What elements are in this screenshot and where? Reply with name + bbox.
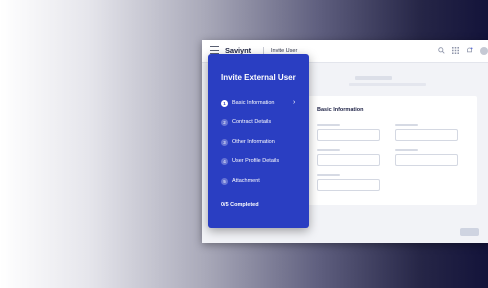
step-label: Contract Details xyxy=(232,119,272,125)
field-label xyxy=(317,149,340,151)
page-subtitle-placeholder xyxy=(349,83,426,86)
form-field[interactable] xyxy=(395,129,458,141)
chevron-right-icon: › xyxy=(293,99,296,106)
step-number: 1 xyxy=(221,100,228,107)
step-number: 4 xyxy=(221,158,228,165)
step-label: Other Information xyxy=(232,139,275,145)
footer-button[interactable] xyxy=(460,228,479,236)
wizard-step-contract-details[interactable]: 2 Contract Details xyxy=(221,119,301,127)
page-title-placeholder xyxy=(355,76,392,80)
menu-icon[interactable] xyxy=(210,46,219,54)
search-icon[interactable] xyxy=(438,47,445,54)
form-card: Basic Information xyxy=(308,96,477,205)
notification-icon[interactable] xyxy=(466,47,473,54)
step-label: User Profile Details xyxy=(232,158,280,164)
form-field[interactable] xyxy=(317,129,380,141)
wizard-step-other-information[interactable]: 3 Other Information xyxy=(221,139,301,147)
apps-grid-icon[interactable] xyxy=(452,47,459,54)
form-field[interactable] xyxy=(317,154,380,166)
wizard-step-basic-information[interactable]: 1 Basic Information › xyxy=(221,99,301,108)
field-label xyxy=(395,149,418,151)
step-label: Attachment xyxy=(232,178,260,184)
step-number: 5 xyxy=(221,178,228,185)
step-number: 3 xyxy=(221,139,228,146)
field-label xyxy=(317,124,340,126)
wizard-step-attachment[interactable]: 5 Attachment xyxy=(221,178,301,186)
progress-status: 0/5 Completed xyxy=(221,202,259,208)
wizard-panel: Invite External User 1 Basic Information… xyxy=(208,54,309,228)
form-field[interactable] xyxy=(395,154,458,166)
avatar[interactable] xyxy=(480,47,488,55)
step-label: Basic Information xyxy=(232,100,275,106)
wizard-title: Invite External User xyxy=(221,73,296,82)
wizard-step-user-profile-details[interactable]: 4 User Profile Details xyxy=(221,158,301,166)
step-number: 2 xyxy=(221,119,228,126)
field-label xyxy=(395,124,418,126)
section-title: Basic Information xyxy=(317,107,364,113)
form-field[interactable] xyxy=(317,179,380,191)
field-label xyxy=(317,174,340,176)
